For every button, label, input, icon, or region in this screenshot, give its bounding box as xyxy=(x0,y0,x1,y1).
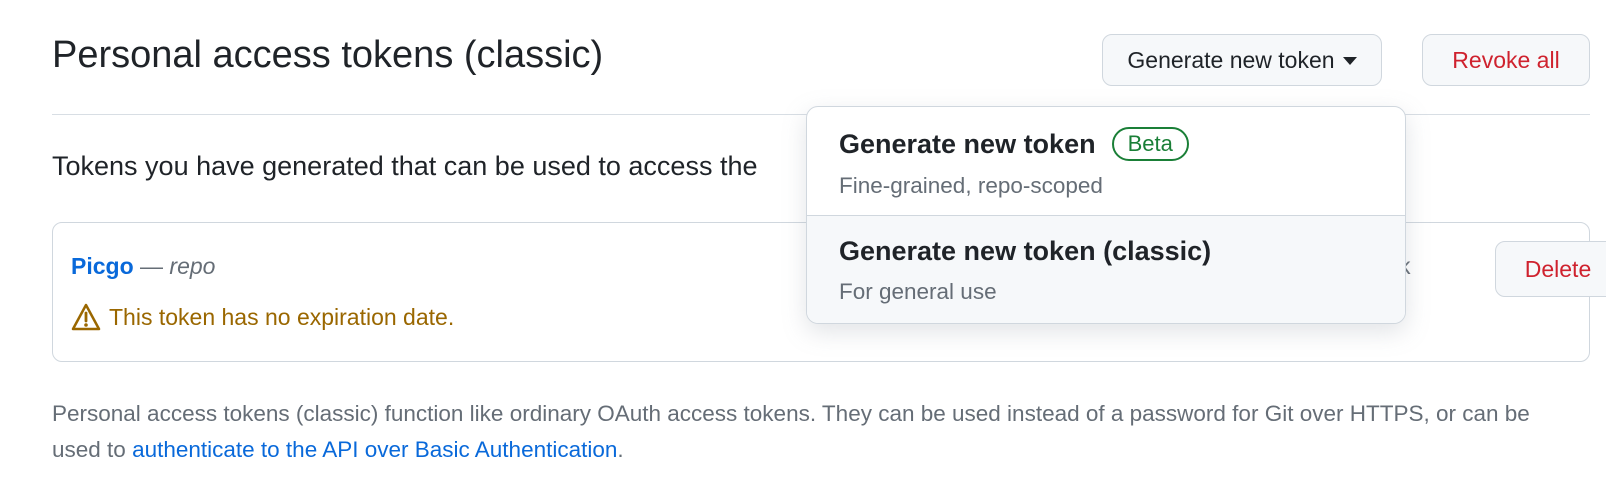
token-scope: repo xyxy=(169,253,216,279)
basic-auth-link[interactable]: authenticate to the API over Basic Authe… xyxy=(132,437,617,462)
token-expiration-warning: This token has no expiration date. xyxy=(71,303,454,331)
intro-text: Tokens you have generated that can be us… xyxy=(52,151,758,181)
menu-item-fine-grained[interactable]: Generate new token Beta Fine-grained, re… xyxy=(807,107,1405,215)
caret-down-icon xyxy=(1342,57,1357,65)
footnote: Personal access tokens (classic) functio… xyxy=(52,396,1552,468)
delete-token-button[interactable]: Delete xyxy=(1495,241,1606,297)
generate-new-token-label: Generate new token xyxy=(1127,46,1335,73)
menu-item-description: For general use xyxy=(839,279,997,304)
token-name-link[interactable]: Picgo xyxy=(71,253,134,279)
token-separator: — xyxy=(140,253,170,279)
alert-triangle-icon xyxy=(71,303,101,331)
token-name-row: Picgo — repo xyxy=(71,253,215,280)
page-title: Personal access tokens (classic) xyxy=(52,34,604,76)
menu-item-classic[interactable]: Generate new token (classic) For general… xyxy=(807,215,1405,323)
generate-new-token-button[interactable]: Generate new token xyxy=(1102,34,1382,86)
menu-item-title: Generate new token (classic) xyxy=(839,236,1373,267)
revoke-all-button[interactable]: Revoke all xyxy=(1422,34,1590,86)
footnote-end: . xyxy=(617,437,624,462)
menu-item-title-text: Generate new token xyxy=(839,128,1096,159)
token-warning-text: This token has no expiration date. xyxy=(109,303,455,330)
menu-item-description: Fine-grained, repo-scoped xyxy=(839,173,1103,198)
menu-item-title-text: Generate new token (classic) xyxy=(839,236,1212,266)
generate-token-menu: Generate new token Beta Fine-grained, re… xyxy=(806,106,1406,324)
menu-item-title: Generate new token Beta xyxy=(839,127,1373,161)
beta-badge: Beta xyxy=(1111,127,1189,161)
